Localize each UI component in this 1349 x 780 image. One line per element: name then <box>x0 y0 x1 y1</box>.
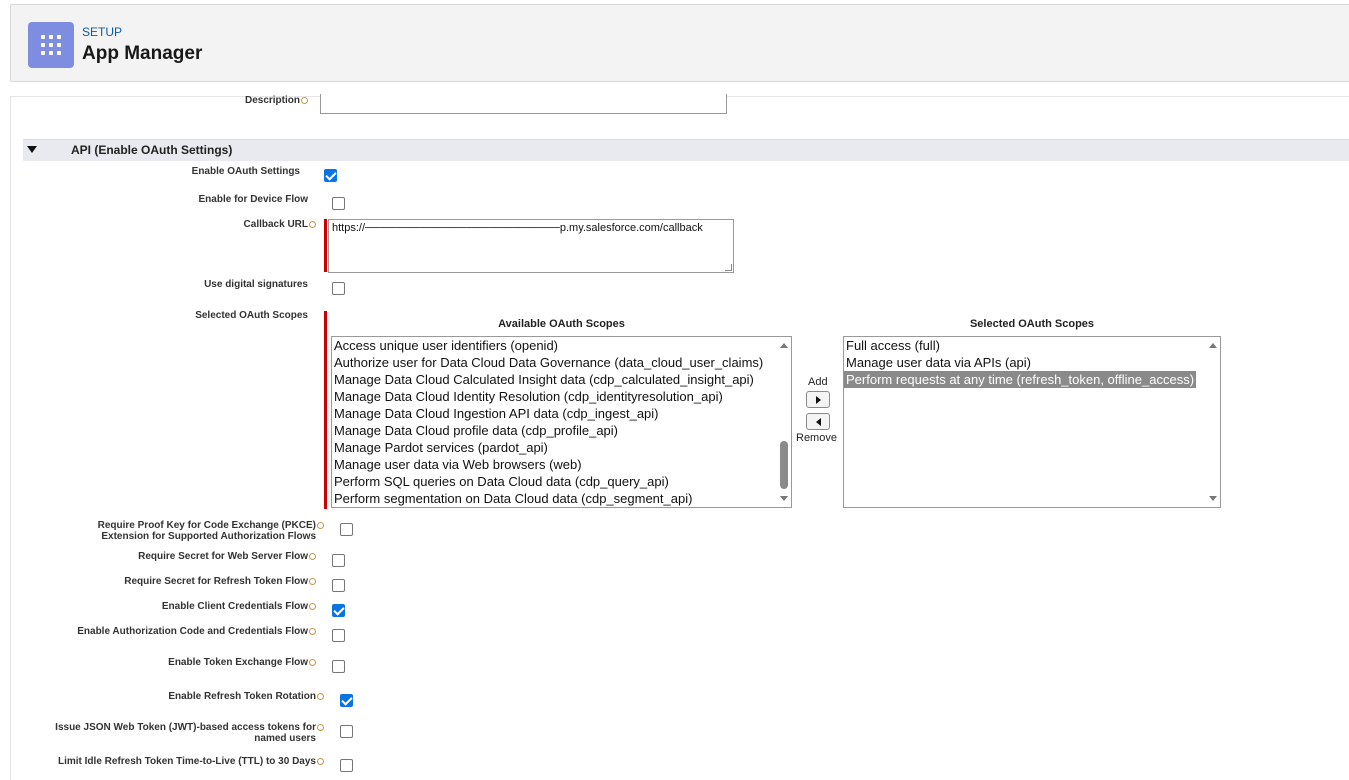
scroll-up-arrow-icon[interactable] <box>780 343 788 348</box>
description-field[interactable] <box>320 94 727 114</box>
help-icon[interactable] <box>317 692 324 700</box>
pkce-label: Require Proof Key for Code Exchange (PKC… <box>30 520 324 542</box>
scroll-down-arrow-icon[interactable] <box>780 496 788 501</box>
secret-web-checkbox[interactable] <box>332 554 345 567</box>
callback-url-label: Callback URL <box>100 219 316 230</box>
help-icon[interactable] <box>309 658 316 666</box>
secret-refresh-checkbox[interactable] <box>332 579 345 592</box>
enable-oauth-label: Enable OAuth Settings <box>191 166 300 177</box>
token-exchange-label: Enable Token Exchange Flow <box>60 657 316 668</box>
auth-code-credentials-checkbox[interactable] <box>332 629 345 642</box>
available-scopes-heading: Available OAuth Scopes <box>498 318 625 330</box>
collapse-triangle-icon[interactable] <box>27 146 37 153</box>
available-scopes-list: Access unique user identifiers (openid) A… <box>332 337 791 507</box>
help-icon[interactable] <box>301 96 308 104</box>
pkce-checkbox[interactable] <box>340 523 353 536</box>
oauth-section-header[interactable]: API (Enable OAuth Settings) <box>23 139 1349 161</box>
available-scopes-listbox[interactable]: Access unique user identifiers (openid) A… <box>331 336 792 508</box>
scope-option[interactable]: Manage Data Cloud Ingestion API data (cd… <box>332 405 791 422</box>
scope-option[interactable]: Perform requests at any time (refresh_to… <box>844 371 1197 388</box>
digital-signatures-checkbox[interactable] <box>332 282 345 295</box>
scope-option[interactable]: Manage Data Cloud Identity Resolution (c… <box>332 388 791 405</box>
oauth-scopes-label: Selected OAuth Scopes <box>195 310 308 321</box>
token-exchange-checkbox[interactable] <box>332 660 345 673</box>
add-scope-button[interactable] <box>806 391 830 408</box>
device-flow-checkbox[interactable] <box>332 197 345 210</box>
scrollbar[interactable] <box>1206 337 1220 507</box>
jwt-label: Issue JSON Web Token (JWT)-based access … <box>30 722 324 744</box>
auth-code-credentials-label: Enable Authorization Code and Credential… <box>30 626 316 637</box>
client-credentials-checkbox[interactable] <box>332 604 345 617</box>
scroll-down-arrow-icon[interactable] <box>1209 496 1217 501</box>
callback-url-value: https://─────────────────────────p.my.sa… <box>332 222 703 234</box>
enable-oauth-checkbox[interactable] <box>324 169 337 182</box>
help-icon[interactable] <box>309 220 316 228</box>
scrollbar[interactable] <box>777 337 791 507</box>
arrow-right-icon <box>816 396 821 404</box>
arrow-left-icon <box>816 418 821 426</box>
secret-refresh-label: Require Secret for Refresh Token Flow <box>60 576 316 587</box>
idle-ttl-label: Limit Idle Refresh Token Time-to-Live (T… <box>30 756 324 767</box>
scope-option[interactable]: Manage Data Cloud Calculated Insight dat… <box>332 371 791 388</box>
scope-option[interactable]: Manage Pardot services (pardot_api) <box>332 439 791 456</box>
selected-scopes-listbox[interactable]: Full access (full) Manage user data via A… <box>843 336 1221 508</box>
help-icon[interactable] <box>317 723 324 731</box>
refresh-rotation-checkbox[interactable] <box>340 694 353 707</box>
scope-option[interactable]: Perform segmentation on Data Cloud data … <box>332 490 791 507</box>
callback-url-textarea[interactable]: https://─────────────────────────p.my.sa… <box>328 219 734 273</box>
scroll-thumb[interactable] <box>780 441 788 489</box>
help-icon[interactable] <box>309 627 316 635</box>
scroll-up-arrow-icon[interactable] <box>1209 343 1217 348</box>
page-title: App Manager <box>82 43 203 64</box>
app-launcher-grid-icon <box>28 22 74 68</box>
required-indicator <box>324 219 327 272</box>
scope-option[interactable]: Full access (full) <box>844 337 1220 354</box>
remove-scope-button[interactable] <box>806 413 830 430</box>
scope-option[interactable]: Manage Data Cloud profile data (cdp_prof… <box>332 422 791 439</box>
help-icon[interactable] <box>309 602 316 610</box>
selected-scopes-list: Full access (full) Manage user data via A… <box>844 337 1220 388</box>
digital-signatures-label: Use digital signatures <box>204 279 308 290</box>
page-header: SETUP App Manager <box>10 4 1349 82</box>
remove-label: Remove <box>796 432 837 444</box>
description-label: Description <box>150 95 308 106</box>
help-icon[interactable] <box>309 577 316 585</box>
help-icon[interactable] <box>317 757 324 765</box>
scope-option[interactable]: Manage user data via APIs (api) <box>844 354 1220 371</box>
add-label: Add <box>808 376 828 388</box>
scope-option[interactable]: Access unique user identifiers (openid) <box>332 337 791 354</box>
selected-scopes-heading: Selected OAuth Scopes <box>969 318 1095 330</box>
setup-breadcrumb[interactable]: SETUP <box>82 25 122 39</box>
scope-option[interactable]: Manage user data via Web browsers (web) <box>332 456 791 473</box>
scope-option[interactable]: Authorize user for Data Cloud Data Gover… <box>332 354 791 371</box>
help-icon[interactable] <box>309 552 316 560</box>
scope-option[interactable]: Perform SQL queries on Data Cloud data (… <box>332 473 791 490</box>
refresh-rotation-label: Enable Refresh Token Rotation <box>60 691 324 702</box>
section-title: API (Enable OAuth Settings) <box>71 143 233 157</box>
client-credentials-label: Enable Client Credentials Flow <box>60 601 316 612</box>
secret-web-label: Require Secret for Web Server Flow <box>60 551 316 562</box>
required-indicator <box>324 311 327 509</box>
idle-ttl-checkbox[interactable] <box>340 759 353 772</box>
device-flow-label: Enable for Device Flow <box>198 194 308 205</box>
jwt-checkbox[interactable] <box>340 725 353 738</box>
help-icon[interactable] <box>317 521 324 529</box>
resize-handle[interactable] <box>725 264 732 271</box>
